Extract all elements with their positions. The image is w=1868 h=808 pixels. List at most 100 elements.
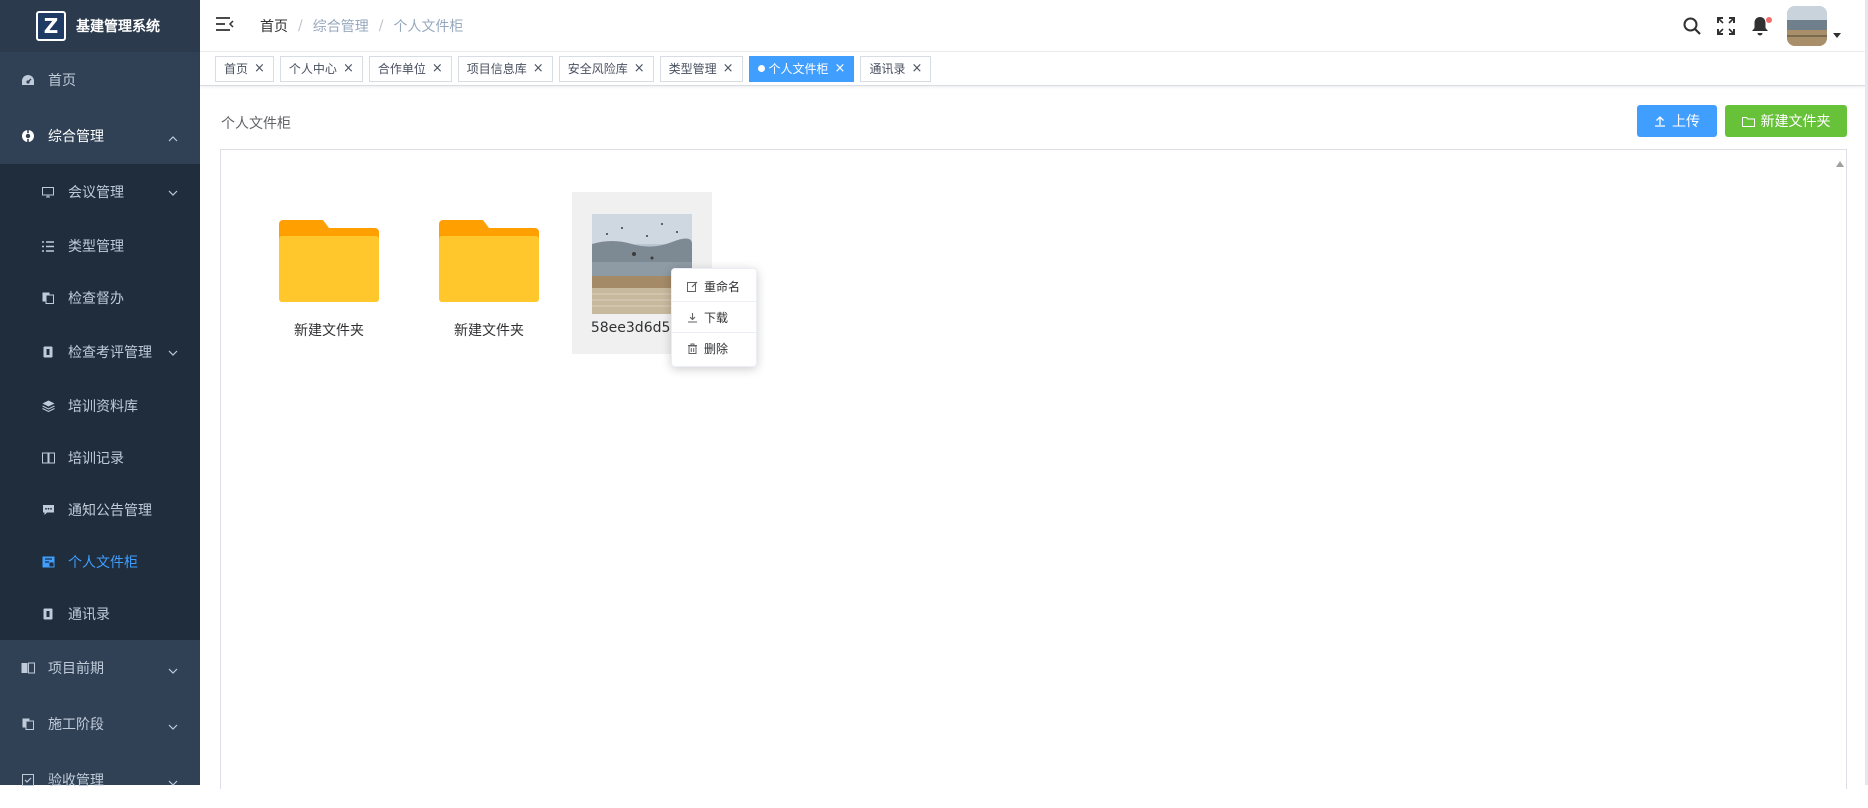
layers-icon [40, 398, 56, 414]
file-panel: 新建文件夹 新建文件夹 58ee3d6d55fb [220, 149, 1847, 789]
tag-personal-file-cabinet[interactable]: 个人文件柜 × [748, 55, 855, 82]
close-icon[interactable]: × [634, 57, 645, 81]
fullscreen-icon[interactable] [1709, 9, 1743, 43]
app-logo[interactable]: Z 基建管理系统 [0, 0, 200, 52]
breadcrumb-separator: / [378, 17, 384, 34]
menu-item-label: 重命名 [704, 279, 741, 294]
tag-type-management[interactable]: 类型管理 × [659, 55, 743, 82]
caret-down-icon[interactable] [1833, 27, 1841, 42]
chevron-down-icon [168, 344, 178, 360]
dashboard-icon [20, 72, 36, 88]
tag-label: 合作单位 [377, 61, 426, 76]
sidebar-item-project-early-stage[interactable]: 项目前期 [0, 640, 200, 696]
sidebar-item-acceptance-management[interactable]: 验收管理 [0, 752, 200, 808]
sidebar-item-contacts[interactable]: 通讯录 [0, 588, 200, 640]
tag-safety-risk-library[interactable]: 安全风险库 × [558, 55, 654, 82]
sidebar-item-meeting[interactable]: 会议管理 [0, 164, 200, 220]
tag-label: 个人文件柜 [768, 61, 829, 76]
sidebar-item-label: 类型管理 [68, 239, 124, 255]
sidebar-item-label: 综合管理 [48, 129, 104, 145]
submenu-general-management: 会议管理 类型管理 检查督办 检查考评管理 培训资料库 培训记录 通知公告管理 … [0, 164, 200, 640]
sidebar-item-inspection-evaluation[interactable]: 检查考评管理 [0, 324, 200, 380]
tag-label: 个人中心 [288, 61, 337, 76]
close-icon[interactable]: × [835, 57, 846, 81]
chevron-down-icon [168, 718, 178, 734]
sidebar-item-inspection-supervision[interactable]: 检查督办 [0, 272, 200, 324]
sidebar-item-home[interactable]: 首页 [0, 52, 200, 108]
edit-icon [687, 281, 698, 292]
bell-icon[interactable] [1743, 9, 1777, 43]
tag-label: 项目信息库 [466, 61, 527, 76]
new-folder-button-label: 新建文件夹 [1760, 114, 1831, 130]
monitor-icon [40, 184, 56, 200]
rename-menu-item[interactable]: 重命名 [672, 271, 756, 302]
file-name: 新建文件夹 [294, 323, 364, 339]
breadcrumb-home[interactable]: 首页 [260, 16, 288, 36]
tag-project-info-library[interactable]: 项目信息库 × [457, 55, 553, 82]
context-menu: 重命名 下载 删除 [671, 268, 757, 367]
breadcrumb-current: 个人文件柜 [393, 18, 464, 35]
delete-menu-item[interactable]: 删除 [672, 333, 756, 364]
sidebar-item-label: 首页 [48, 73, 76, 89]
upload-icon [1655, 116, 1665, 127]
menu-item-label: 删除 [704, 342, 729, 356]
download-menu-item[interactable]: 下载 [672, 302, 756, 333]
sidebar-item-construction-stage[interactable]: 施工阶段 [0, 696, 200, 752]
folder-item[interactable]: 新建文件夹 [419, 192, 559, 354]
search-icon[interactable] [1675, 9, 1709, 43]
book-icon [20, 660, 36, 676]
tags-view: 首页 × 个人中心 × 合作单位 × 项目信息库 × 安全风险库 × 类型管理 × 个人文件… [200, 52, 1865, 86]
sidebar-item-type-management[interactable]: 类型管理 [0, 220, 200, 272]
contact-card-icon [40, 606, 56, 622]
chevron-down-icon [168, 184, 178, 200]
breadcrumb-separator: / [298, 17, 303, 34]
tag-home[interactable]: 首页 × [215, 55, 274, 82]
tag-personal-center[interactable]: 个人中心 × [279, 55, 363, 82]
upload-button[interactable]: 上传 [1637, 105, 1717, 137]
hamburger-menu-icon[interactable] [216, 16, 236, 35]
sidebar-item-training-records[interactable]: 培训记录 [0, 432, 200, 484]
checkbox-icon [20, 772, 36, 788]
tag-label: 首页 [224, 61, 249, 76]
sidebar-item-label: 检查督办 [68, 291, 124, 307]
sidebar: Z 基建管理系统 首页 综合管理 会议管理 类型管理 检查督办 检查考评管理 培… [0, 0, 200, 789]
chevron-up-icon [168, 130, 178, 146]
app-title: 基建管理系统 [76, 19, 160, 35]
tag-contacts[interactable]: 通讯录 × [860, 55, 932, 82]
close-icon[interactable]: × [254, 57, 265, 81]
sidebar-item-label: 培训资料库 [68, 399, 138, 415]
close-icon[interactable]: × [723, 57, 734, 81]
contact-card-icon [40, 344, 56, 360]
new-folder-button[interactable]: 新建文件夹 [1725, 105, 1847, 137]
tag-label: 通讯录 [869, 61, 906, 76]
scroll-up-icon[interactable] [1836, 156, 1844, 171]
avatar[interactable] [1787, 6, 1827, 46]
logo-icon: Z [36, 11, 66, 41]
sidebar-item-personal-file-cabinet[interactable]: 个人文件柜 [0, 536, 200, 588]
close-icon[interactable]: × [343, 57, 354, 81]
book-icon [40, 450, 56, 466]
sidebar-item-training-library[interactable]: 培训资料库 [0, 380, 200, 432]
upload-button-label: 上传 [1672, 114, 1700, 130]
sidebar-item-label: 验收管理 [48, 773, 104, 789]
documents-icon [40, 290, 56, 306]
tag-partners[interactable]: 合作单位 × [368, 55, 452, 82]
menu-item-label: 下载 [704, 310, 729, 325]
page-title: 个人文件柜 [221, 116, 291, 132]
folder-item[interactable]: 新建文件夹 [259, 192, 399, 354]
chevron-down-icon [168, 774, 178, 790]
chevron-down-icon [168, 662, 178, 678]
sidebar-item-notice-management[interactable]: 通知公告管理 [0, 484, 200, 536]
folder-icon [1741, 116, 1755, 127]
close-icon[interactable]: × [911, 57, 922, 81]
sidebar-item-label: 通知公告管理 [68, 503, 152, 519]
close-icon[interactable]: × [533, 57, 544, 81]
sidebar-item-label: 检查考评管理 [68, 345, 152, 361]
sidebar-item-general-management[interactable]: 综合管理 [0, 108, 200, 164]
sidebar-item-label: 会议管理 [68, 185, 124, 201]
file-cabinet-icon [40, 554, 56, 570]
sidebar-item-label: 施工阶段 [48, 717, 104, 733]
tag-label: 安全风险库 [567, 61, 628, 76]
documents-icon [20, 716, 36, 732]
close-icon[interactable]: × [432, 57, 443, 81]
